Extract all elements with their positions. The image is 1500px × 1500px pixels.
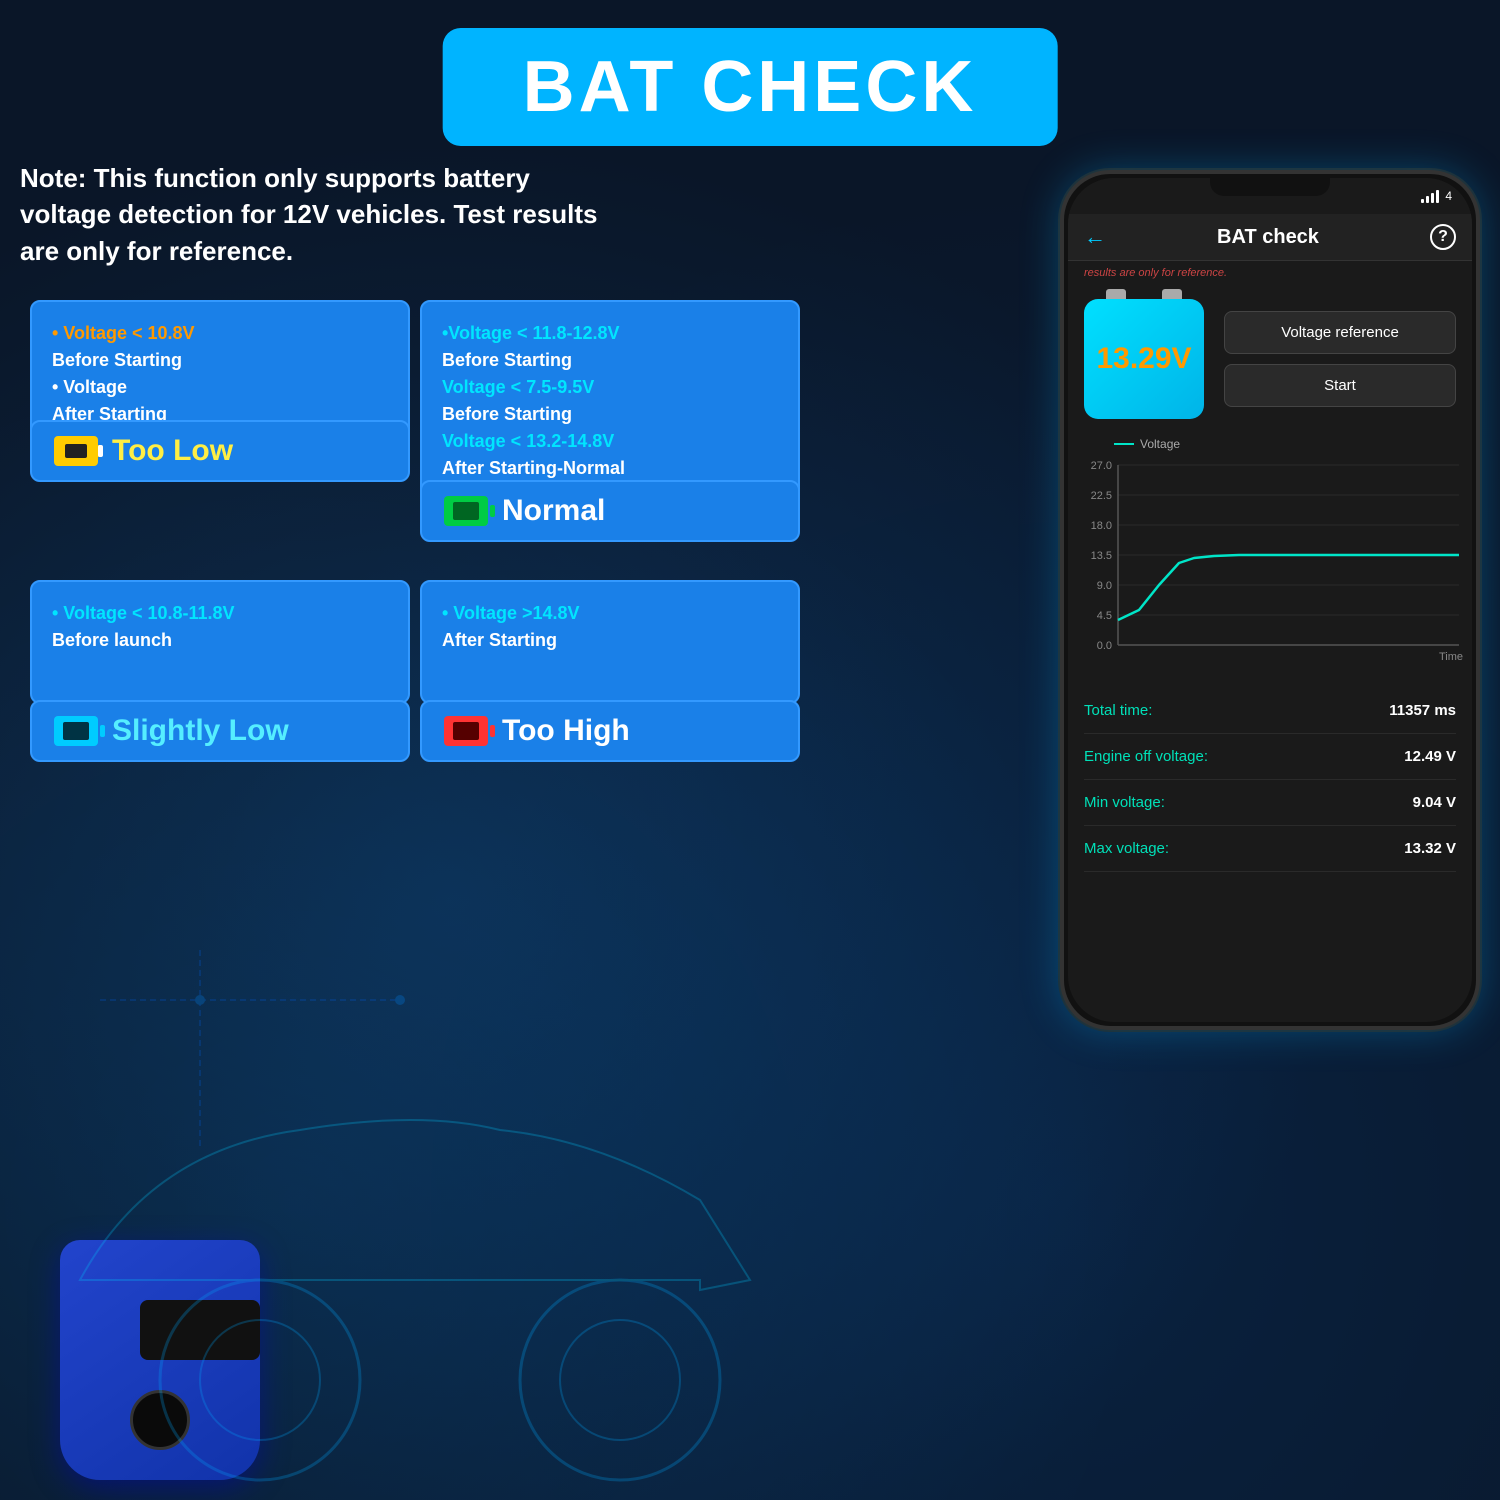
status-too-low: Too Low: [30, 420, 410, 482]
battery-yellow-icon: [54, 436, 98, 466]
status-normal: Normal: [420, 480, 800, 542]
phone-mockup: 4 ← BAT check ? results are only for ref…: [1060, 170, 1480, 1370]
svg-text:9.0: 9.0: [1097, 580, 1112, 592]
stat-row-total-time: Total time: 11357 ms: [1084, 688, 1456, 734]
voltage-battery-display: 13.29V: [1084, 299, 1204, 419]
obd-body: [60, 1240, 260, 1480]
info-box-normal: •Voltage < 11.8-12.8V Before Starting Vo…: [420, 300, 800, 502]
voltage-chart-area: Voltage 27.0 22.5 18.0 13.5 9.0 4.5 0.0: [1068, 437, 1472, 670]
signal-bar-3: [1431, 193, 1434, 203]
phone-title: BAT check: [1217, 226, 1319, 249]
stat-row-engine-off: Engine off voltage: 12.49 V: [1084, 734, 1456, 780]
signal-number: 4: [1445, 189, 1452, 203]
stat-label-total-time: Total time:: [1084, 702, 1152, 719]
chart-legend: Voltage: [1114, 437, 1456, 451]
battery-buttons: Voltage reference Start: [1224, 311, 1456, 407]
status-too-high: Too High: [420, 700, 800, 762]
signal-bars-icon: [1421, 189, 1439, 203]
help-icon[interactable]: ?: [1430, 224, 1456, 250]
phone-screen: 4 ← BAT check ? results are only for ref…: [1068, 178, 1472, 1022]
start-button[interactable]: Start: [1224, 364, 1456, 407]
stat-label-max-voltage: Max voltage:: [1084, 840, 1169, 857]
stat-value-max-voltage: 13.32 V: [1404, 840, 1456, 857]
voltage-value: 13.29V: [1096, 342, 1191, 376]
stat-value-engine-off: 12.49 V: [1404, 748, 1456, 765]
svg-text:4.5: 4.5: [1097, 610, 1112, 622]
chart-legend-label: Voltage: [1140, 437, 1180, 451]
info-box-too-high: • Voltage >14.8V After Starting space: [420, 580, 800, 704]
back-icon[interactable]: ←: [1084, 224, 1106, 250]
chart-legend-line-icon: [1114, 443, 1134, 445]
svg-text:22.5: 22.5: [1091, 490, 1112, 502]
svg-text:18.0: 18.0: [1091, 520, 1112, 532]
voltage-reference-button[interactable]: Voltage reference: [1224, 311, 1456, 354]
signal-bar-2: [1426, 196, 1429, 203]
info-box-slightly-low: • Voltage < 10.8-11.8V Before launch spa…: [30, 580, 410, 704]
stat-value-min-voltage: 9.04 V: [1413, 794, 1456, 811]
status-slightly-low: Slightly Low: [30, 700, 410, 762]
stat-label-engine-off: Engine off voltage:: [1084, 748, 1208, 765]
stat-row-max-voltage: Max voltage: 13.32 V: [1084, 826, 1456, 872]
title-text: BAT CHECK: [523, 47, 978, 127]
obd-button: [130, 1390, 190, 1450]
voltage-chart-svg: 27.0 22.5 18.0 13.5 9.0 4.5 0.0: [1084, 455, 1464, 665]
stats-area: Total time: 11357 ms Engine off voltage:…: [1068, 678, 1472, 882]
stat-label-min-voltage: Min voltage:: [1084, 794, 1165, 811]
svg-text:27.0: 27.0: [1091, 460, 1112, 472]
signal-bar-1: [1421, 199, 1424, 203]
title-badge: BAT CHECK: [443, 28, 1058, 146]
phone-subtitle: results are only for reference.: [1068, 261, 1472, 285]
obd-device: [20, 1200, 300, 1480]
svg-text:13.5: 13.5: [1091, 550, 1112, 562]
phone-body: 4 ← BAT check ? results are only for ref…: [1060, 170, 1480, 1030]
obd-connector: [140, 1300, 260, 1360]
battery-display-area: 13.29V Voltage reference Start: [1068, 285, 1472, 433]
stat-row-min-voltage: Min voltage: 9.04 V: [1084, 780, 1456, 826]
chart-svg-container: 27.0 22.5 18.0 13.5 9.0 4.5 0.0: [1084, 455, 1456, 670]
stat-value-total-time: 11357 ms: [1389, 702, 1456, 719]
svg-text:Time: Time: [1439, 651, 1463, 663]
phone-notch: [1210, 174, 1330, 196]
svg-text:0.0: 0.0: [1097, 640, 1112, 652]
note-text: Note: This function only supports batter…: [20, 160, 600, 269]
phone-header: ← BAT check ?: [1068, 214, 1472, 261]
signal-bar-4: [1436, 190, 1439, 203]
